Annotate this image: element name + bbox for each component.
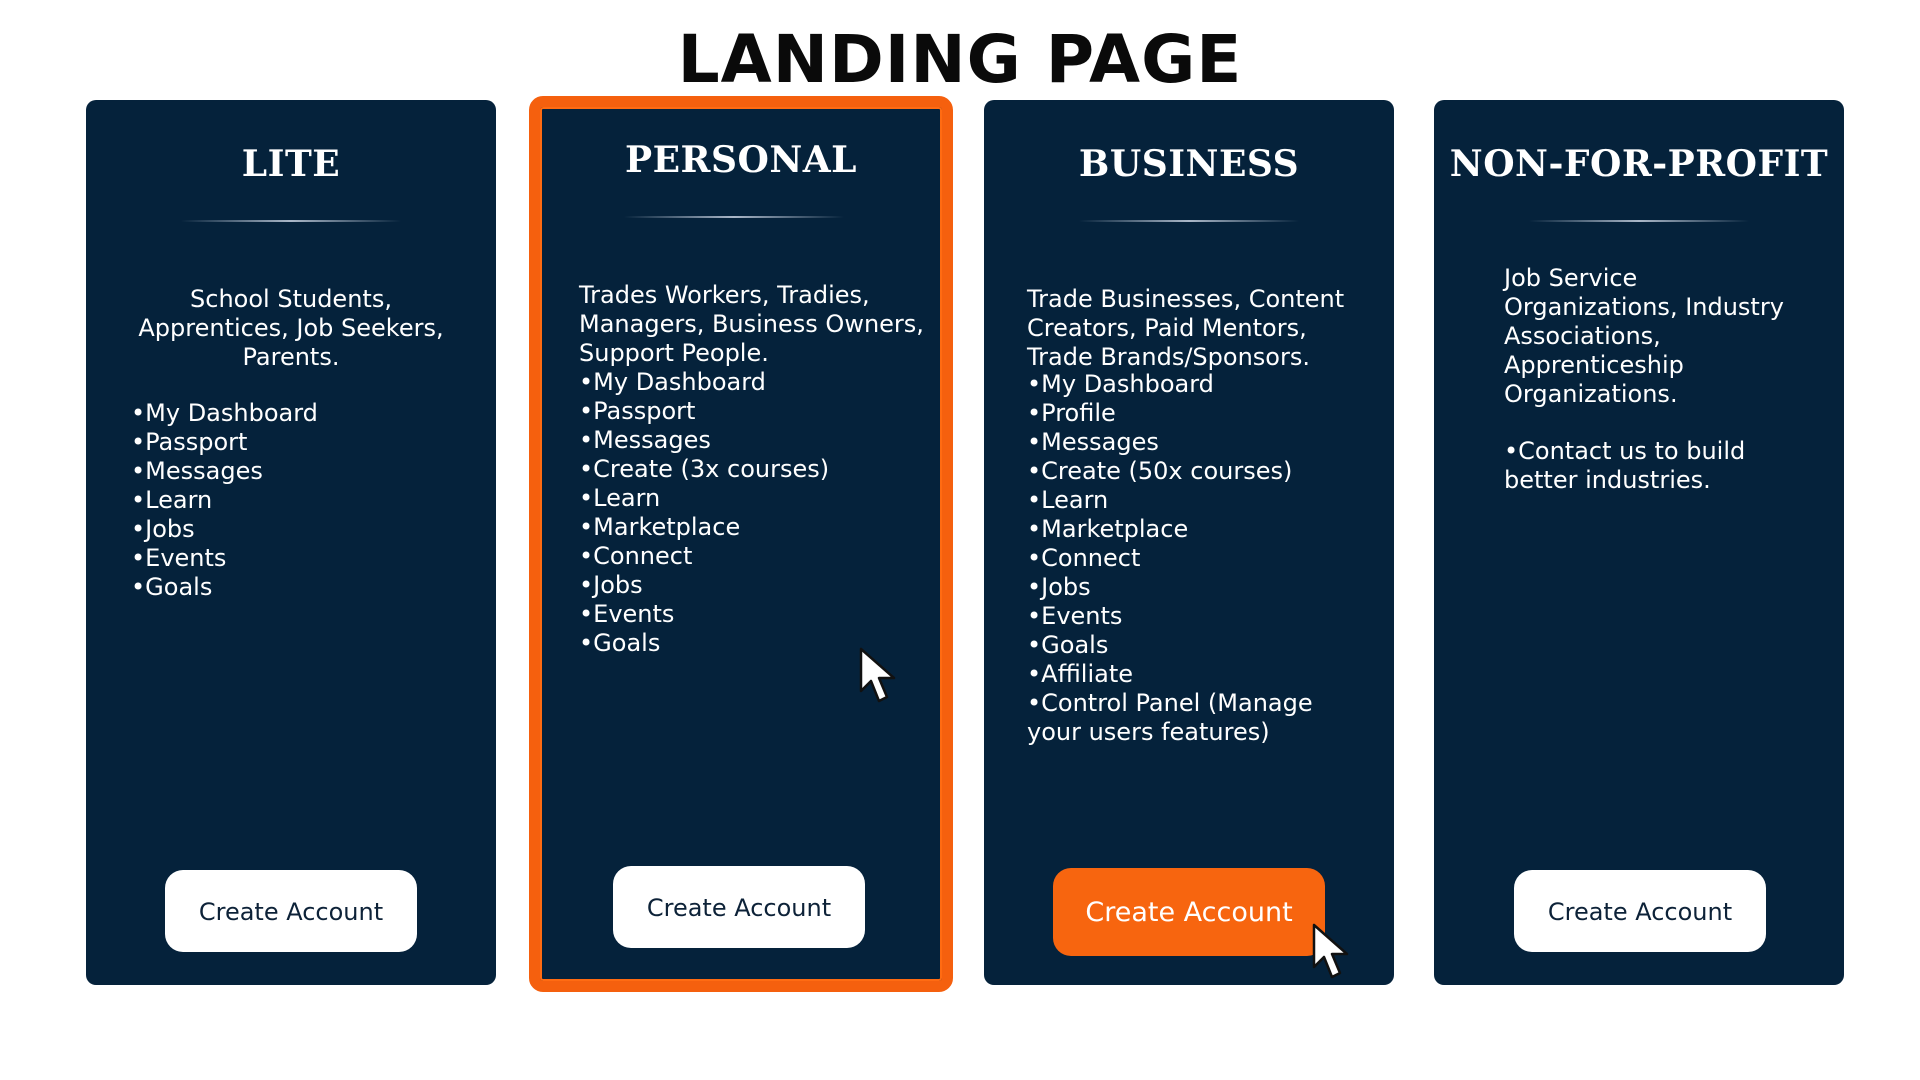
feature-item: •Events bbox=[131, 544, 227, 572]
feature-item: •Messages bbox=[1027, 428, 1159, 456]
create-account-button[interactable]: Create Account bbox=[165, 870, 417, 952]
title-divider bbox=[1079, 220, 1299, 222]
feature-item: •Learn bbox=[131, 486, 213, 514]
plan-title: BUSINESS bbox=[1078, 143, 1300, 185]
feature-item: •Contact us to build better industries. bbox=[1504, 437, 1753, 494]
feature-item: •Jobs bbox=[579, 571, 643, 599]
feature-item: •Passport bbox=[131, 428, 248, 456]
plan-description: Job Service Organizations, Industry Asso… bbox=[1504, 264, 1784, 408]
feature-item: •Marketplace bbox=[1027, 515, 1189, 543]
plan-title: PERSONAL bbox=[625, 139, 857, 181]
feature-list: •My Dashboard •Profile •Messages •Create… bbox=[1027, 370, 1372, 747]
page-title: LANDING PAGE bbox=[677, 21, 1243, 98]
feature-item: •My Dashboard bbox=[1027, 370, 1214, 398]
feature-item: •Learn bbox=[579, 484, 661, 512]
feature-item: •Messages bbox=[579, 426, 711, 454]
create-account-button[interactable]: Create Account bbox=[1514, 870, 1766, 952]
plan-card-non-for-profit: NON-FOR-PROFIT Job Service Organizations… bbox=[1434, 100, 1844, 985]
feature-item: •Events bbox=[579, 600, 675, 628]
feature-item: •Events bbox=[1027, 602, 1123, 630]
feature-list: •My Dashboard •Passport •Messages •Learn… bbox=[131, 399, 461, 602]
feature-item: •Control Panel (Manage your users featur… bbox=[1027, 689, 1321, 746]
plan-description: School Students, Apprentices, Job Seeker… bbox=[138, 285, 444, 371]
plan-card-personal: PERSONAL Trades Workers, Tradies, Manage… bbox=[529, 96, 953, 992]
feature-item: •Create (50x courses) bbox=[1027, 457, 1293, 485]
feature-item: •Affiliate bbox=[1027, 660, 1133, 688]
feature-item: •Marketplace bbox=[579, 513, 741, 541]
create-account-button[interactable]: Create Account bbox=[1053, 868, 1325, 956]
feature-item: •Goals bbox=[131, 573, 213, 601]
feature-item: •Jobs bbox=[131, 515, 195, 543]
feature-list: •My Dashboard •Passport •Messages •Creat… bbox=[579, 368, 929, 658]
feature-item: •Connect bbox=[579, 542, 693, 570]
plan-description: Trades Workers, Tradies, Managers, Busin… bbox=[579, 281, 924, 367]
plan-description: Trade Businesses, Content Creators, Paid… bbox=[1027, 285, 1345, 371]
plan-card-lite: LITE School Students, Apprentices, Job S… bbox=[86, 100, 496, 985]
plan-card-business: BUSINESS Trade Businesses, Content Creat… bbox=[984, 100, 1394, 985]
feature-item: •My Dashboard bbox=[131, 399, 318, 427]
feature-item: •Create (3x courses) bbox=[579, 455, 830, 483]
landing-page: LANDING PAGE LITE School Students, Appre… bbox=[0, 0, 1920, 1080]
mouse-pointer-icon bbox=[859, 647, 896, 703]
feature-item: •Goals bbox=[1027, 631, 1109, 659]
create-account-button[interactable]: Create Account bbox=[613, 866, 865, 948]
feature-item: •Messages bbox=[131, 457, 263, 485]
title-divider bbox=[1529, 220, 1749, 222]
title-divider bbox=[181, 220, 401, 222]
feature-item: •Jobs bbox=[1027, 573, 1091, 601]
title-divider bbox=[624, 216, 844, 218]
feature-item: •My Dashboard bbox=[579, 368, 766, 396]
feature-item: •Connect bbox=[1027, 544, 1141, 572]
plan-title: NON-FOR-PROFIT bbox=[1449, 143, 1829, 185]
plan-title: LITE bbox=[241, 143, 341, 185]
feature-item: •Profile bbox=[1027, 399, 1116, 427]
mouse-pointer-icon bbox=[1312, 923, 1349, 979]
feature-item: •Learn bbox=[1027, 486, 1109, 514]
feature-item: •Passport bbox=[579, 397, 696, 425]
feature-list: •Contact us to build better industries. bbox=[1504, 437, 1804, 495]
